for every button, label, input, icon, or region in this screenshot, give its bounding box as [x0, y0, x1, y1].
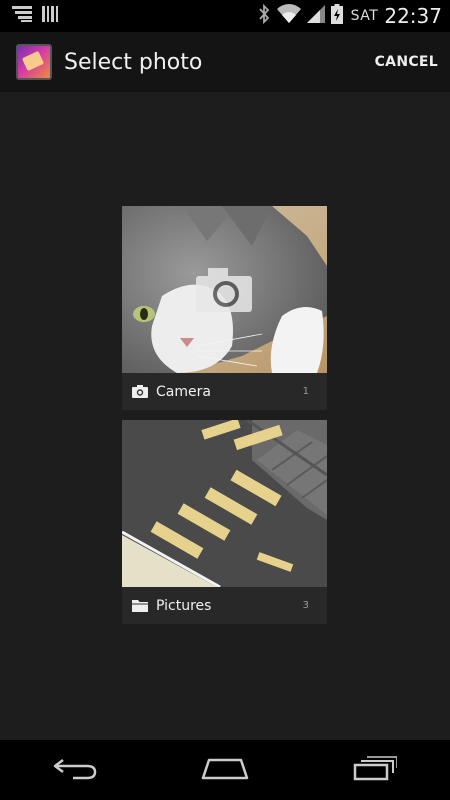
pictures-album-thumbnail — [122, 420, 327, 587]
status-time: 22:37 — [384, 4, 442, 28]
recent-apps-button[interactable] — [345, 750, 405, 790]
gallery-app-icon[interactable] — [16, 44, 52, 80]
notification-icon — [12, 5, 32, 27]
album-label: Camera — [156, 383, 211, 400]
cancel-button[interactable]: CANCEL — [375, 46, 438, 78]
album-count: 1 — [302, 386, 309, 397]
folder-icon — [132, 599, 148, 613]
navigation-bar — [0, 740, 450, 800]
camera-album-thumbnail — [122, 206, 327, 373]
album-tile-camera[interactable]: Camera 1 — [122, 206, 327, 410]
album-label: Pictures — [156, 597, 212, 614]
action-bar: Select photo CANCEL — [0, 32, 450, 92]
status-bar: SAT 22:37 — [0, 0, 450, 32]
album-count: 3 — [302, 600, 309, 611]
recent-apps-icon — [353, 755, 398, 785]
album-caption: Pictures 3 — [122, 587, 327, 624]
bluetooth-icon — [257, 3, 271, 28]
back-icon — [53, 756, 97, 784]
home-icon — [201, 756, 249, 784]
album-tile-pictures[interactable]: Pictures 3 — [122, 420, 327, 624]
status-day: SAT — [350, 8, 379, 24]
home-button[interactable] — [195, 750, 255, 790]
wifi-icon — [276, 4, 301, 28]
camera-icon — [132, 385, 148, 399]
album-caption: Camera 1 — [122, 373, 327, 410]
battery-charging-icon — [330, 4, 343, 28]
back-button[interactable] — [45, 750, 105, 790]
barcode-icon — [42, 5, 60, 27]
page-title: Select photo — [64, 49, 203, 75]
signal-icon — [306, 4, 325, 28]
